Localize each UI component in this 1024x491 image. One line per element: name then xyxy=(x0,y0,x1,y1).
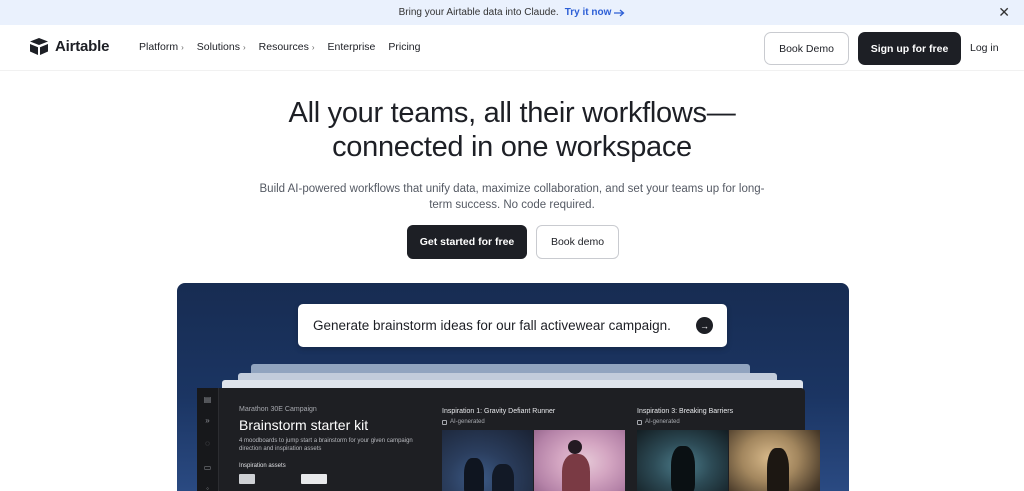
tag-label: AI-generated xyxy=(450,419,485,425)
nav-item-label: Platform xyxy=(139,41,179,53)
inspiration-assets-label: Inspiration assets xyxy=(239,463,286,469)
grid-icon: ▤ xyxy=(203,395,212,404)
inspiration-card-3[interactable]: Inspiration 3: Breaking Barriers AI-gene… xyxy=(637,408,820,491)
airtable-logo[interactable]: Airtable xyxy=(29,38,109,55)
tag-label: AI-generated xyxy=(645,419,680,425)
send-arrow-icon[interactable]: → xyxy=(696,317,713,334)
hero-title-line-1: All your teams, all their workflows— xyxy=(288,97,736,129)
app-preview-window: ▤ » ◌ ▭ ◦ Marathon 30E Campaign Brainsto… xyxy=(197,388,820,491)
asset-thumbnail[interactable] xyxy=(239,474,255,484)
ai-sparkle-icon xyxy=(442,419,447,425)
shoe-silhouette xyxy=(464,458,484,491)
nav-item-solutions[interactable]: Solutions › xyxy=(197,41,246,53)
arrow-right-icon xyxy=(614,9,625,16)
nav-item-pricing[interactable]: Pricing xyxy=(388,41,420,53)
log-in-link[interactable]: Log in xyxy=(970,42,999,54)
ai-sparkle-icon xyxy=(637,419,642,425)
campaign-name: Marathon 30E Campaign xyxy=(239,406,317,413)
expand-icon: » xyxy=(205,416,210,425)
hero-book-demo-button[interactable]: Book demo xyxy=(536,225,619,259)
get-started-button[interactable]: Get started for free xyxy=(407,225,527,259)
lightbulb-icon: ◌ xyxy=(205,439,210,448)
inspiration-card-1[interactable]: Inspiration 1: Gravity Defiant Runner AI… xyxy=(442,408,625,491)
chevron-right-icon: › xyxy=(242,42,246,52)
inspiration-title: Inspiration 3: Breaking Barriers xyxy=(637,408,734,415)
figure-silhouette xyxy=(568,440,582,454)
banner-cta-link[interactable]: Try it now xyxy=(565,7,626,18)
nav-item-enterprise[interactable]: Enterprise xyxy=(328,41,376,53)
settings-icon: ◦ xyxy=(206,484,209,491)
book-demo-button[interactable]: Book Demo xyxy=(764,32,849,65)
panel-title: Brainstorm starter kit xyxy=(239,417,369,433)
shoe-silhouette xyxy=(492,464,514,491)
chevron-right-icon: › xyxy=(181,42,184,52)
ai-prompt-box[interactable]: Generate brainstorm ideas for our fall a… xyxy=(298,304,727,347)
breaking-glass-image xyxy=(637,430,728,491)
inspiration-title: Inspiration 1: Gravity Defiant Runner xyxy=(442,408,556,415)
product-showcase: Generate brainstorm ideas for our fall a… xyxy=(177,283,849,491)
close-icon[interactable]: ✕ xyxy=(998,5,1010,19)
announcement-banner: Bring your Airtable data into Claude. Tr… xyxy=(0,0,1024,25)
banner-cta-label: Try it now xyxy=(564,7,612,18)
top-navigation: Airtable Platform › Solutions › Resource… xyxy=(0,25,1024,71)
inspiration-images xyxy=(637,430,820,491)
nav-item-label: Pricing xyxy=(388,41,421,53)
asset-thumbnails xyxy=(239,474,429,484)
main-menu: Platform › Solutions › Resources › Enter… xyxy=(139,41,420,53)
logo-text: Airtable xyxy=(55,38,110,55)
prompt-text: Generate brainstorm ideas for our fall a… xyxy=(313,318,671,333)
figure-silhouette xyxy=(671,446,695,491)
chevron-right-icon: › xyxy=(311,42,315,52)
runner-portrait-image xyxy=(534,430,625,491)
hero-subtitle: Build AI-powered workflows that unify da… xyxy=(259,183,765,211)
brainstorm-panel: Marathon 30E Campaign Brainstorm starter… xyxy=(239,406,429,484)
nav-item-label: Resources xyxy=(258,41,309,53)
runner-feet-image xyxy=(442,430,533,491)
app-sidebar: ▤ » ◌ ▭ ◦ xyxy=(197,388,219,491)
figure-silhouette xyxy=(767,448,789,491)
airtable-logo-icon xyxy=(30,38,48,55)
banner-text: Bring your Airtable data into Claude. xyxy=(398,7,559,18)
panel-description: 4 moodboards to jump start a brainstorm … xyxy=(239,438,413,452)
inspiration-images xyxy=(442,430,625,491)
silhouette-runner-image xyxy=(729,430,820,491)
sign-up-button[interactable]: Sign up for free xyxy=(858,32,961,65)
hero-title-line-2: connected in one workspace xyxy=(332,131,692,163)
nav-item-label: Enterprise xyxy=(327,41,376,53)
nav-item-label: Solutions xyxy=(196,41,240,53)
figure-silhouette xyxy=(562,454,590,491)
asset-thumbnail[interactable] xyxy=(301,474,327,484)
folder-icon: ▭ xyxy=(203,463,212,472)
nav-item-resources[interactable]: Resources › xyxy=(259,41,315,53)
ai-generated-tag: AI-generated xyxy=(442,419,625,425)
ai-generated-tag: AI-generated xyxy=(637,419,820,425)
hero-title: All your teams, all their workflows— con… xyxy=(0,96,1024,164)
nav-item-platform[interactable]: Platform › xyxy=(139,41,184,53)
